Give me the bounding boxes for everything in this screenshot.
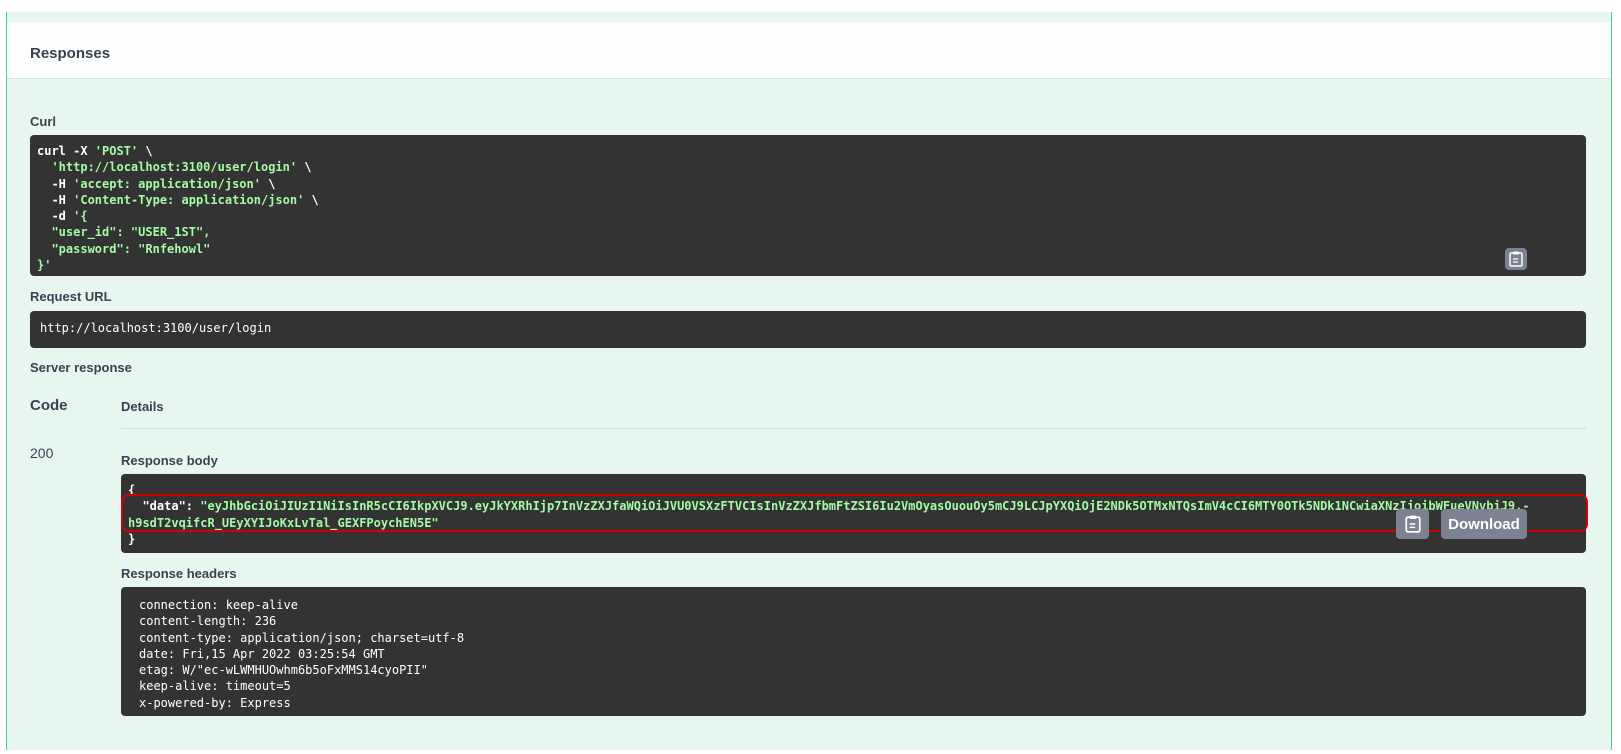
response-header-line: content-type: application/json; charset=… <box>139 630 465 645</box>
curl-label: Curl <box>30 114 56 129</box>
curl-line: 'http://localhost:3100/user/login' \ <box>37 159 1579 175</box>
request-url-label: Request URL <box>30 289 112 304</box>
curl-line: }' <box>37 257 1579 273</box>
curl-token <box>37 160 51 174</box>
curl-string-token: 'Content-Type: application/json' <box>73 192 305 207</box>
response-headers-label: Response headers <box>121 566 237 581</box>
curl-string-token: 'http://localhost:3100/user/login' <box>51 160 298 175</box>
response-headers-block[interactable]: connection: keep-alive content-length: 23… <box>121 587 1586 716</box>
curl-token: \ <box>260 176 276 191</box>
response-header-line: content-length: 236 <box>139 614 277 629</box>
curl-token: \ <box>138 144 153 158</box>
copy-response-button[interactable] <box>1396 509 1429 539</box>
response-header-line: x-powered-by: Express <box>139 695 291 710</box>
post-opblock: Responses Curl curl -X 'POST' \ 'http://… <box>6 12 1612 750</box>
curl-code-block[interactable]: curl -X 'POST' \ 'http://localhost:3100/… <box>30 135 1586 276</box>
curl-line: "user_id": "USER_1ST", <box>37 224 1579 240</box>
curl-line: "password": "Rnfehowl" <box>37 241 1579 257</box>
curl-token: curl -X <box>37 144 95 158</box>
curl-string-token: }' <box>37 258 52 273</box>
curl-string-token: '{ <box>73 209 88 224</box>
curl-line: -H 'accept: application/json' \ <box>37 176 1579 192</box>
response-header-line: keep-alive: timeout=5 <box>139 679 291 694</box>
body-close-brace: } <box>128 531 136 546</box>
responses-title: Responses <box>30 45 111 62</box>
response-header-line: connection: keep-alive <box>139 598 298 612</box>
curl-string-token: 'accept: application/json' <box>73 176 261 191</box>
curl-token: \ <box>304 192 319 207</box>
response-header-line: etag: W/"ec-wLWMHUOwhm6b5oFxMMS14cyoPII" <box>139 663 428 678</box>
server-response-label: Server response <box>30 360 132 375</box>
response-header-line: date: Fri,15 Apr 2022 03:25:54 GMT <box>139 646 385 661</box>
curl-string-token: 'POST' <box>94 144 139 158</box>
code-column-header: Code <box>30 397 68 414</box>
curl-token: \ <box>297 160 312 175</box>
curl-line: -H 'Content-Type: application/json' \ <box>37 192 1579 208</box>
curl-line: -d '{ <box>37 208 1579 224</box>
curl-token: -H <box>37 176 74 191</box>
curl-string-token: "password": "Rnfehowl" <box>37 241 211 256</box>
curl-string-token: "user_id": "USER_1ST", <box>37 225 211 240</box>
table-divider <box>121 428 1586 429</box>
request-url-value[interactable]: http://localhost:3100/user/login <box>30 311 1586 348</box>
copy-curl-button[interactable] <box>1505 248 1527 270</box>
download-button[interactable]: Download <box>1441 509 1527 539</box>
curl-line: curl -X 'POST' \ <box>37 143 1579 159</box>
clipboard-icon <box>1509 251 1523 267</box>
clipboard-icon <box>1404 515 1421 533</box>
opblock-top-strip <box>7 12 1611 22</box>
response-status-code: 200 <box>30 445 54 461</box>
curl-token: -d <box>37 209 74 224</box>
curl-token: -H <box>37 192 74 207</box>
details-column-header: Details <box>121 399 164 414</box>
response-body-label: Response body <box>121 453 218 468</box>
responses-header: Responses <box>7 22 1611 79</box>
highlight-annotation-box <box>121 494 1588 532</box>
